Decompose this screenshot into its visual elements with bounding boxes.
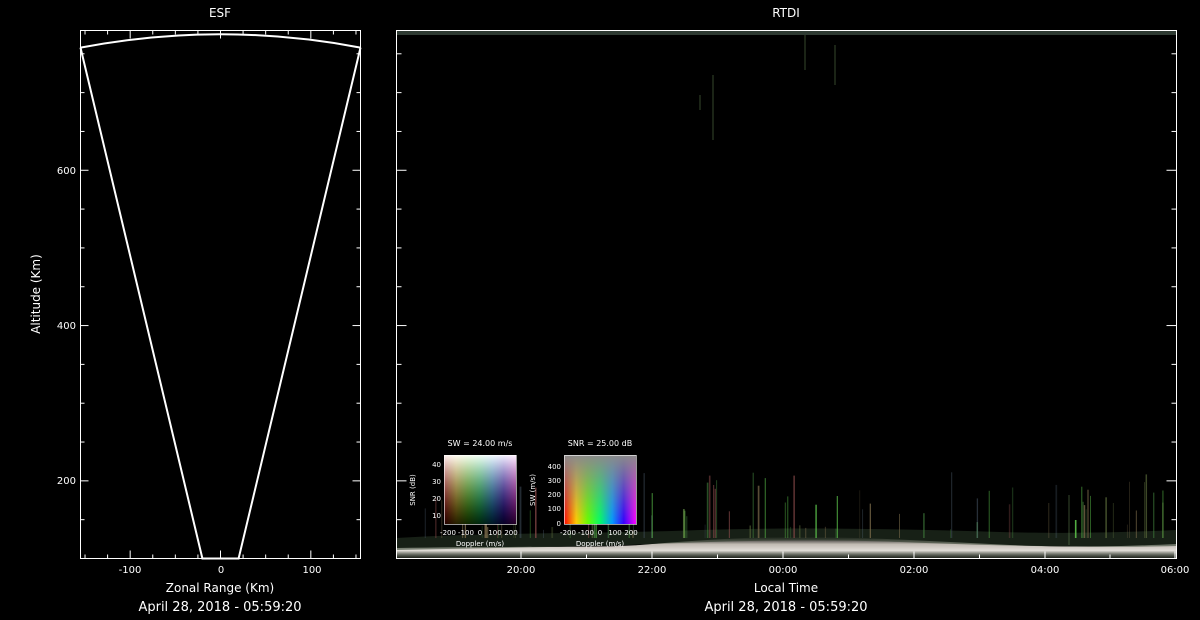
legend-snr-y-label: SW (m/s) — [529, 474, 537, 506]
legend-snr-x-tick: -100 — [578, 529, 594, 537]
legend-sw-x-tick: 200 — [504, 529, 517, 537]
legend-sw-y-tick: 30 — [432, 478, 441, 486]
legend-snr-x-label: Doppler (m/s) — [576, 540, 624, 548]
legend-sw-title: SW = 24.00 m/s — [448, 439, 513, 448]
figure-canvas: ESF -100 0 100 200 400 600 Zonal Range (… — [29, 6, 1190, 615]
esf-x-tick-label: 0 — [218, 565, 224, 576]
rtdi-x-tick-label: 06:00 — [1161, 565, 1190, 576]
legend-sw-y-tick: 10 — [432, 512, 441, 520]
esf-tick-marks — [80, 30, 361, 559]
esf-y-axis-label: Altitude (Km) — [29, 254, 43, 334]
rtdi-x-axis-label: Local Time — [754, 581, 818, 595]
esf-x-tick-label: 100 — [302, 565, 321, 576]
esf-x-axis-label: Zonal Range (Km) — [166, 581, 274, 595]
legend-snr-y-tick: 0 — [557, 520, 561, 528]
esf-panel: ESF -100 0 100 200 400 600 Zonal Range (… — [29, 6, 362, 615]
legend-snr-y-tick: 300 — [548, 477, 561, 485]
legend-sw-y-tick: 40 — [432, 461, 441, 469]
legend-sw-x-tick: -100 — [458, 529, 474, 537]
rtdi-footer-date: April 28, 2018 - 05:59:20 — [704, 600, 867, 615]
esf-beam-edges — [79, 47, 362, 560]
legend-sw-y-tick: 20 — [432, 495, 441, 503]
esf-x-tick-label: -100 — [119, 565, 142, 576]
rtdi-x-tick-label: 04:00 — [1031, 565, 1060, 576]
legend-sw-x-label: Doppler (m/s) — [456, 540, 504, 548]
esf-y-tick-label: 600 — [57, 166, 76, 177]
legend-snr-y-tick: 200 — [548, 491, 561, 499]
legend-sw-x-tick: 0 — [478, 529, 482, 537]
rtdi-x-tick-label: 20:00 — [507, 565, 536, 576]
legend-snr-y-tick: 400 — [548, 463, 561, 471]
esf-plot-frame — [80, 30, 361, 559]
rtdi-x-tick-label: 22:00 — [638, 565, 667, 576]
legend-sw-x-tick: 100 — [488, 529, 501, 537]
legend-snr-title: SNR = 25.00 dB — [568, 439, 632, 448]
legend-snr-y-tick: 100 — [548, 505, 561, 513]
legend-snr-x-tick: 200 — [624, 529, 637, 537]
esf-y-tick-label: 400 — [57, 321, 76, 332]
esf-footer-date: April 28, 2018 - 05:59:20 — [138, 600, 301, 615]
esf-title: ESF — [209, 6, 231, 20]
legend-snr-x-tick: -200 — [560, 529, 576, 537]
esf-beam-outline — [79, 33, 362, 560]
rtdi-x-tick-label: 02:00 — [900, 565, 929, 576]
rtdi-title: RTDI — [772, 6, 800, 20]
legend-snr-x-tick: 0 — [598, 529, 602, 537]
rtdi-x-tick-label: 00:00 — [769, 565, 798, 576]
legend-sw-x-tick: -200 — [440, 529, 456, 537]
esf-y-tick-label: 200 — [57, 476, 76, 487]
rtdi-top-noise — [396, 31, 1176, 35]
legend-snr-x-tick: 100 — [608, 529, 621, 537]
legend-sw-y-label: SNR (dB) — [409, 474, 417, 506]
